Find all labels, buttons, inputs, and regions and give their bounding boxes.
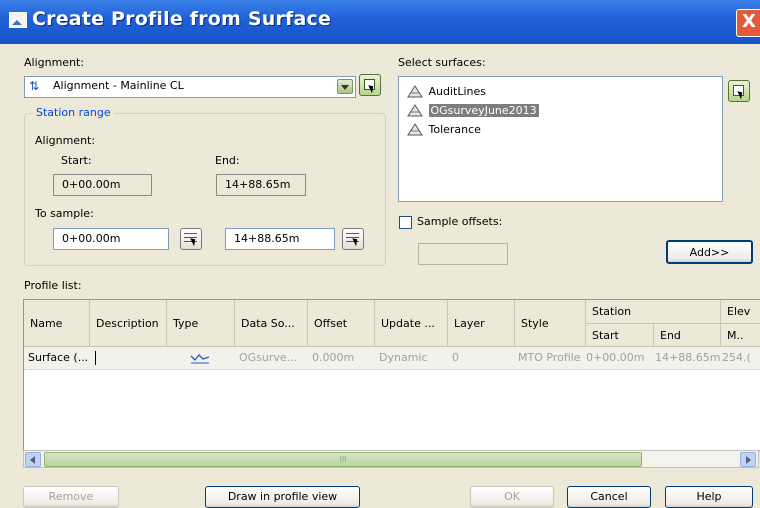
profile-list-grid[interactable]: Name Description Type Data So... Offset … <box>23 299 760 451</box>
column-header-type[interactable]: Type <box>167 300 235 347</box>
cancel-button[interactable]: Cancel <box>567 486 651 508</box>
add-button[interactable]: Add>> <box>666 240 753 264</box>
scroll-thumb[interactable]: III <box>44 452 642 467</box>
surface-item-label: AuditLines <box>428 85 487 98</box>
ok-button[interactable]: OK <box>470 486 554 508</box>
surface-icon <box>407 123 423 136</box>
alignment-selected-value: Alignment - Mainline CL <box>53 79 184 92</box>
profile-list-label: Profile list: <box>24 279 82 292</box>
column-header-elevation[interactable]: Elev <box>721 300 760 324</box>
sample-end-input[interactable]: 14+88.65m <box>225 228 335 250</box>
sample-offsets-input <box>418 243 508 265</box>
sample-offsets-checkbox[interactable] <box>399 216 412 229</box>
row-style-cell[interactable]: MTO Profile <box>518 347 586 369</box>
row-station-end-cell[interactable]: 14+88.65m <box>655 347 721 369</box>
alignment-icon: ⇅ <box>29 79 40 93</box>
end-label: End: <box>215 154 240 167</box>
surface-icon <box>407 85 423 98</box>
row-station-start-cell[interactable]: 0+00.00m <box>586 347 654 369</box>
profile-line-icon[interactable] <box>190 351 210 364</box>
help-button[interactable]: Help <box>665 486 753 508</box>
station-alignment-label: Alignment: <box>35 134 96 147</box>
surface-item-tolerance[interactable]: Tolerance <box>407 121 481 138</box>
pick-end-station-button[interactable] <box>342 228 364 250</box>
pick-surface-button[interactable] <box>728 80 750 102</box>
row-description-cell[interactable] <box>94 347 164 369</box>
column-header-station-start[interactable]: Start <box>586 324 654 347</box>
row-layer-cell[interactable]: 0 <box>452 347 512 369</box>
remove-button[interactable]: Remove <box>23 486 119 508</box>
column-header-name[interactable]: Name <box>24 300 90 347</box>
horizontal-scrollbar[interactable]: III <box>23 450 759 468</box>
column-header-description[interactable]: Description <box>90 300 167 347</box>
surface-icon <box>407 104 423 117</box>
surface-item-label: Tolerance <box>428 123 481 136</box>
column-header-offset[interactable]: Offset <box>308 300 375 347</box>
title-bar: Create Profile from Surface X <box>0 0 760 44</box>
sample-offsets-label: Sample offsets: <box>417 215 503 228</box>
column-header-data-source[interactable]: Data So... <box>235 300 308 347</box>
chevron-down-icon[interactable] <box>337 79 353 94</box>
pick-alignment-button[interactable] <box>359 74 381 96</box>
surface-item-ogsurveyjune2013[interactable]: OGsurveyJune2013 <box>407 102 539 119</box>
row-data-source-cell[interactable]: OGsurve... <box>239 347 307 369</box>
app-icon <box>9 12 27 28</box>
row-update-cell[interactable]: Dynamic <box>379 347 447 369</box>
column-header-station[interactable]: Station <box>586 300 721 324</box>
row-name-cell[interactable]: Surface (... <box>28 347 90 369</box>
scroll-left-button[interactable] <box>25 452 41 467</box>
column-header-layer[interactable]: Layer <box>448 300 515 347</box>
draw-in-profile-view-button[interactable]: Draw in profile view <box>205 486 360 508</box>
alignment-label: Alignment: <box>24 56 85 69</box>
row-offset-cell[interactable]: 0.000m <box>312 347 374 369</box>
station-range-legend: Station range <box>33 106 114 119</box>
select-surfaces-label: Select surfaces: <box>398 56 486 69</box>
scroll-right-button[interactable] <box>740 452 756 467</box>
close-button[interactable]: X <box>736 9 760 37</box>
pick-start-station-button[interactable] <box>180 228 202 250</box>
surface-item-auditlines[interactable]: AuditLines <box>407 83 486 100</box>
surface-item-label: OGsurveyJune2013 <box>428 104 539 117</box>
column-header-station-end[interactable]: End <box>654 324 721 347</box>
column-header-elevation-min[interactable]: M.. <box>721 324 760 347</box>
window-title: Create Profile from Surface <box>32 8 332 30</box>
column-header-style[interactable]: Style <box>515 300 586 347</box>
surfaces-list[interactable]: AuditLines OGsurveyJune2013 Tolerance <box>398 76 723 202</box>
start-label: Start: <box>61 154 92 167</box>
column-header-update[interactable]: Update ... <box>375 300 448 347</box>
start-station-field: 0+00.00m <box>53 174 152 196</box>
sample-start-input[interactable]: 0+00.00m <box>53 228 169 250</box>
alignment-dropdown[interactable]: ⇅ Alignment - Mainline CL <box>24 76 356 98</box>
to-sample-label: To sample: <box>35 207 94 220</box>
row-elevation-min-cell[interactable]: 254.( <box>722 347 760 369</box>
end-station-field: 14+88.65m <box>216 174 306 196</box>
